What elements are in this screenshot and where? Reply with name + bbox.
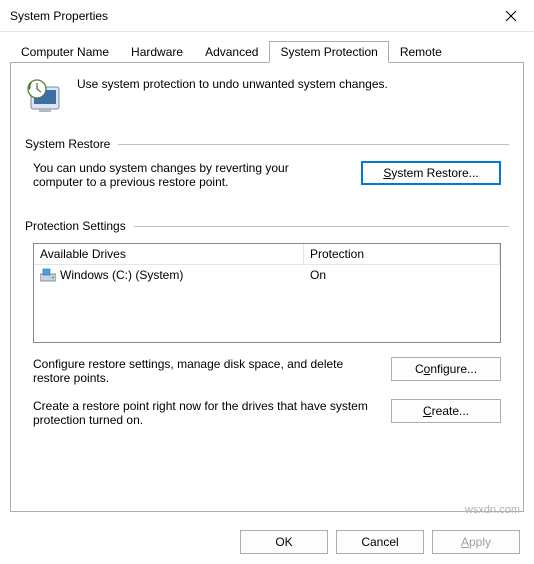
protection-settings-label: Protection Settings xyxy=(25,219,126,233)
protection-settings-header: Protection Settings xyxy=(25,219,509,233)
system-restore-label: System Restore xyxy=(25,137,110,151)
system-restore-button-rest: ystem Restore... xyxy=(391,166,478,180)
close-button[interactable] xyxy=(488,0,534,32)
drives-header: Available Drives Protection xyxy=(34,244,500,265)
drive-name: Windows (C:) (System) xyxy=(60,268,183,282)
configure-button[interactable]: Configure... xyxy=(391,357,501,381)
tab-system-protection[interactable]: System Protection xyxy=(269,41,388,63)
tab-hardware[interactable]: Hardware xyxy=(120,41,194,63)
system-restore-section: You can undo system changes by reverting… xyxy=(25,161,509,189)
ok-button[interactable]: OK xyxy=(240,530,328,554)
drives-table[interactable]: Available Drives Protection Windows (C:)… xyxy=(33,243,501,343)
close-icon xyxy=(505,10,517,22)
tab-panel-system-protection: Use system protection to undo unwanted s… xyxy=(10,62,524,512)
window-title: System Properties xyxy=(10,9,108,23)
system-restore-icon xyxy=(25,77,65,117)
configure-desc: Configure restore settings, manage disk … xyxy=(33,357,371,385)
tab-computer-name[interactable]: Computer Name xyxy=(10,41,120,63)
protection-cell: On xyxy=(304,267,500,283)
drives-body: Windows (C:) (System) On xyxy=(34,265,500,285)
dialog-footer: OK Cancel Apply xyxy=(240,530,520,554)
table-row[interactable]: Windows (C:) (System) On xyxy=(34,265,500,285)
configure-row: Configure restore settings, manage disk … xyxy=(25,357,509,385)
create-row: Create a restore point right now for the… xyxy=(25,399,509,427)
intro-text: Use system protection to undo unwanted s… xyxy=(77,77,388,91)
intro-row: Use system protection to undo unwanted s… xyxy=(25,77,509,117)
apply-button: Apply xyxy=(432,530,520,554)
tab-advanced[interactable]: Advanced xyxy=(194,41,269,63)
tab-strip: Computer Name Hardware Advanced System P… xyxy=(0,32,534,62)
cancel-button[interactable]: Cancel xyxy=(336,530,424,554)
col-protection[interactable]: Protection xyxy=(304,244,500,264)
system-restore-desc: You can undo system changes by reverting… xyxy=(33,161,341,189)
watermark: wsxdn.com xyxy=(465,504,520,516)
col-available-drives[interactable]: Available Drives xyxy=(34,244,304,264)
divider xyxy=(118,144,509,145)
divider xyxy=(134,226,509,227)
tab-remote[interactable]: Remote xyxy=(389,41,453,63)
create-button[interactable]: Create... xyxy=(391,399,501,423)
system-restore-header: System Restore xyxy=(25,137,509,151)
system-restore-button[interactable]: System Restore... xyxy=(361,161,501,185)
create-desc: Create a restore point right now for the… xyxy=(33,399,371,427)
drive-icon xyxy=(40,268,56,282)
titlebar: System Properties xyxy=(0,0,534,32)
drive-cell: Windows (C:) (System) xyxy=(34,267,304,283)
